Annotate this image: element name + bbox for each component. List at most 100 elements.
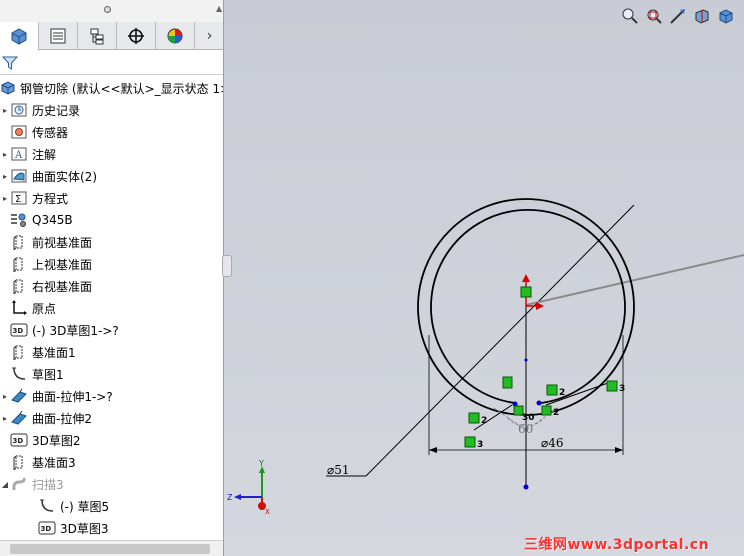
feature-tree: 钢管切除 (默认<<默认>_显示状态 1> ▸ 历史记录 传感器 ▸ A 注解 ▸ 曲面实体(… <box>0 77 224 539</box>
grip-dot-icon <box>104 6 111 13</box>
relation-box[interactable] <box>468 412 480 424</box>
plane-icon <box>10 343 28 361</box>
feature-manager-icon <box>11 28 27 45</box>
sketch-canvas[interactable]: 60 2 2 2 3 3 30 ⌀51 ⌀46 Y Z X <box>224 0 744 556</box>
tree-item[interactable]: 原点 <box>0 297 223 319</box>
reference-triad: Y Z X <box>227 459 270 516</box>
configuration-manager-icon <box>90 28 104 45</box>
triad-z-label: Z <box>227 493 233 502</box>
horizontal-scrollbar[interactable] <box>0 540 223 556</box>
manager-tabs: › <box>0 22 223 51</box>
svg-text:Σ: Σ <box>15 194 21 205</box>
tree-item-label: 扫描3 <box>32 477 64 492</box>
previous-view-button[interactable] <box>668 6 688 26</box>
relation-label: 2 <box>559 388 565 398</box>
relation-box[interactable] <box>464 436 476 448</box>
sketch-point[interactable] <box>524 358 528 362</box>
tree-items: ▸ 历史记录 传感器 ▸ A 注解 ▸ 曲面实体(2) ▸ Σ 方程式 Q345B 前视基准面 上视基准面… <box>0 99 223 539</box>
tree-item[interactable]: ◢ 扫描3 <box>0 473 223 495</box>
panel-grip[interactable] <box>0 0 223 22</box>
section-view-icon <box>695 9 709 24</box>
tree-item[interactable]: 前视基准面 <box>0 231 223 253</box>
watermark: 三维网www.3dportal.cn <box>524 537 710 553</box>
tree-item[interactable]: (-) 草图5 <box>0 495 223 517</box>
tree-item[interactable]: 3D 3D草图2 <box>0 429 223 451</box>
panel-collapse-handle[interactable] <box>222 255 232 277</box>
tree-item[interactable]: Q345B <box>0 209 223 231</box>
tab-configuration-manager[interactable] <box>78 22 117 50</box>
tree-item[interactable]: 传感器 <box>0 121 223 143</box>
tree-item[interactable]: ▸ 曲面实体(2) <box>0 165 223 187</box>
relation-label: 2 <box>481 416 487 426</box>
tree-item-label: 历史记录 <box>32 103 81 118</box>
tab-property-manager[interactable] <box>39 22 78 50</box>
tab-feature-manager[interactable] <box>0 22 39 51</box>
tree-item[interactable]: 草图1 <box>0 363 223 385</box>
svg-text:A: A <box>14 150 23 161</box>
material-icon <box>10 211 28 229</box>
origin-x-arrowhead <box>536 302 544 310</box>
tree-root-label: 钢管切除 (默认<<默认>_显示状态 1> <box>20 81 224 96</box>
collapse-arrow-icon[interactable]: ◢ <box>0 480 10 489</box>
angle-leg-left <box>473 404 513 431</box>
relation-box[interactable] <box>502 376 513 389</box>
scrollbar-thumb[interactable] <box>10 544 210 554</box>
tree-item[interactable]: ▸ 曲面-拉伸2 <box>0 407 223 429</box>
tree-item-label: 3D草图3 <box>60 521 109 536</box>
tabs-scroll-right-icon[interactable]: › <box>195 22 223 49</box>
sketch-point[interactable] <box>523 484 529 490</box>
triad-y-label: Y <box>258 459 264 468</box>
sketch-point[interactable] <box>536 400 542 406</box>
angle-dimension-text[interactable]: 60 <box>518 422 533 436</box>
filter-bar[interactable] <box>0 51 223 75</box>
svg-text:3D: 3D <box>13 327 24 335</box>
dimxpert-icon <box>128 28 144 44</box>
tree-item[interactable]: ▸ 曲面-拉伸1->? <box>0 385 223 407</box>
tree-item-label: 3D草图2 <box>32 433 81 448</box>
relation-box[interactable] <box>546 384 558 396</box>
tree-item-label: 草图1 <box>32 367 64 382</box>
view-orientation-button[interactable] <box>716 6 736 26</box>
surface-extrude-icon <box>10 409 28 427</box>
previous-view-icon <box>670 9 685 24</box>
filter-icon[interactable] <box>2 55 18 71</box>
tree-item[interactable]: 右视基准面 <box>0 275 223 297</box>
expand-arrow-icon[interactable]: ▸ <box>0 392 10 401</box>
graphics-area[interactable]: 60 2 2 2 3 3 30 ⌀51 ⌀46 Y Z X 三维网www.3dp… <box>224 0 744 556</box>
inner-diameter-dimension[interactable]: ⌀46 <box>541 436 564 450</box>
sketch-icon <box>10 365 28 383</box>
origin-relation-box[interactable] <box>520 286 532 298</box>
tree-item[interactable]: 基准面1 <box>0 341 223 363</box>
sweep-icon <box>10 475 28 493</box>
3d-sketch-icon: 3D <box>10 321 28 339</box>
outer-diameter-dimension[interactable]: ⌀51 <box>327 463 350 477</box>
expand-arrow-icon[interactable]: ▸ <box>0 194 10 203</box>
equation-icon: Σ <box>10 189 28 207</box>
expand-arrow-icon[interactable]: ▸ <box>0 150 10 159</box>
scroll-up-icon[interactable]: ▲ <box>216 4 222 13</box>
expand-arrow-icon[interactable]: ▸ <box>0 414 10 423</box>
surface-extrude-icon <box>10 387 28 405</box>
tree-root[interactable]: 钢管切除 (默认<<默认>_显示状态 1> <box>0 77 224 99</box>
tree-item[interactable]: 3D 3D草图3 <box>0 517 223 539</box>
plane-icon <box>10 255 28 273</box>
tree-item-label: (-) 草图5 <box>60 499 110 514</box>
tree-item[interactable]: ▸ 历史记录 <box>0 99 223 121</box>
tree-item[interactable]: ▸ A 注解 <box>0 143 223 165</box>
section-view-button[interactable] <box>692 6 712 26</box>
tab-display-manager[interactable] <box>156 22 195 50</box>
tree-item[interactable]: 基准面3 <box>0 451 223 473</box>
relation-box[interactable] <box>606 380 618 392</box>
tree-item[interactable]: ▸ Σ 方程式 <box>0 187 223 209</box>
tree-item-label: Q345B <box>32 213 73 227</box>
zoom-to-fit-button[interactable] <box>620 6 640 26</box>
tab-dimxpert-manager[interactable] <box>117 22 156 50</box>
zoom-to-area-button[interactable] <box>644 6 664 26</box>
relation-box[interactable] <box>541 405 552 416</box>
expand-arrow-icon[interactable]: ▸ <box>0 106 10 115</box>
expand-arrow-icon[interactable]: ▸ <box>0 172 10 181</box>
tree-item-label: 曲面-拉伸2 <box>32 411 92 426</box>
tree-item[interactable]: 3D (-) 3D草图1->? <box>0 319 223 341</box>
tree-item[interactable]: 上视基准面 <box>0 253 223 275</box>
sketch-icon <box>38 497 56 515</box>
